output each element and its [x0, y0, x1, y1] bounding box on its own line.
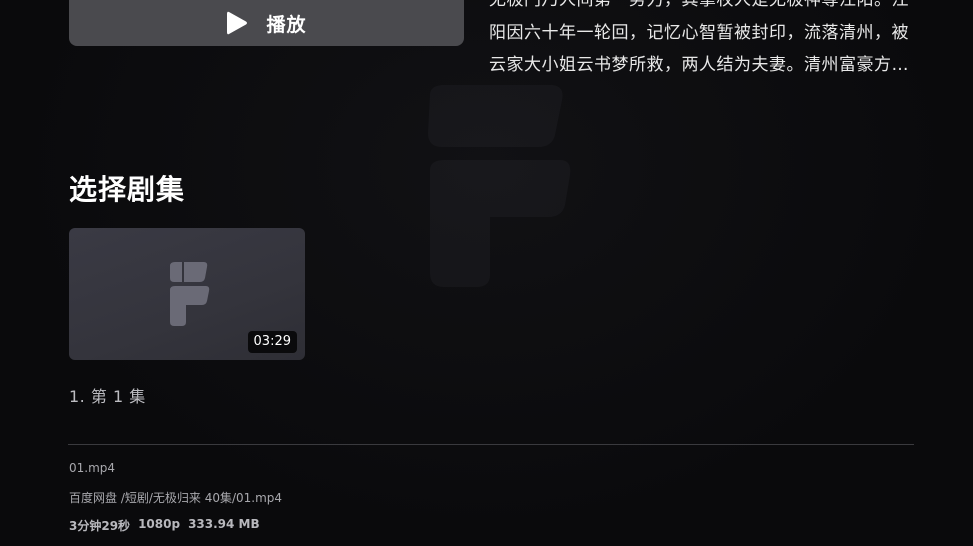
play-icon — [226, 10, 248, 36]
video-description: 无极门乃人间第一势力，其掌权人是无极神尊江阳。江 阳因六十年一轮回，记忆心智暂被… — [489, 0, 909, 82]
episode-title[interactable]: 1. 第 1 集 — [69, 383, 146, 407]
episodes-section-title: 选择剧集 — [69, 173, 186, 206]
description-line: 阳因六十年一轮回，记忆心智暂被封印，流落清州，被 — [489, 22, 909, 43]
description-line: 云家大小姐云书梦所救，两人结为夫妻。清州富豪方… — [489, 55, 909, 75]
play-button-label: 播放 — [266, 13, 307, 36]
file-name: 01.mp4 — [69, 461, 116, 475]
file-path: 百度网盘 /短剧/无极归来 40集/01.mp4 — [69, 491, 283, 505]
video-detail-page: 播放 无极门乃人间第一势力，其掌权人是无极神尊江阳。江 阳因六十年一轮回，记忆心… — [0, 0, 973, 546]
file-resolution: 1080p — [138, 517, 181, 531]
file-size: 333.94 MB — [188, 517, 260, 531]
divider — [68, 444, 914, 445]
file-meta: 3分钟29秒 1080p 333.94 MB — [69, 517, 260, 534]
duration-badge: 03:29 — [247, 331, 297, 353]
app-logo-watermark-icon — [428, 85, 571, 287]
file-duration: 3分钟29秒 — [69, 519, 131, 533]
app-logo-icon — [170, 262, 210, 326]
play-button[interactable]: 播放 — [69, 0, 464, 46]
description-line: 无极门乃人间第一势力，其掌权人是无极神尊江阳。江 — [489, 0, 909, 10]
episode-card[interactable]: 03:29 — [69, 228, 305, 360]
